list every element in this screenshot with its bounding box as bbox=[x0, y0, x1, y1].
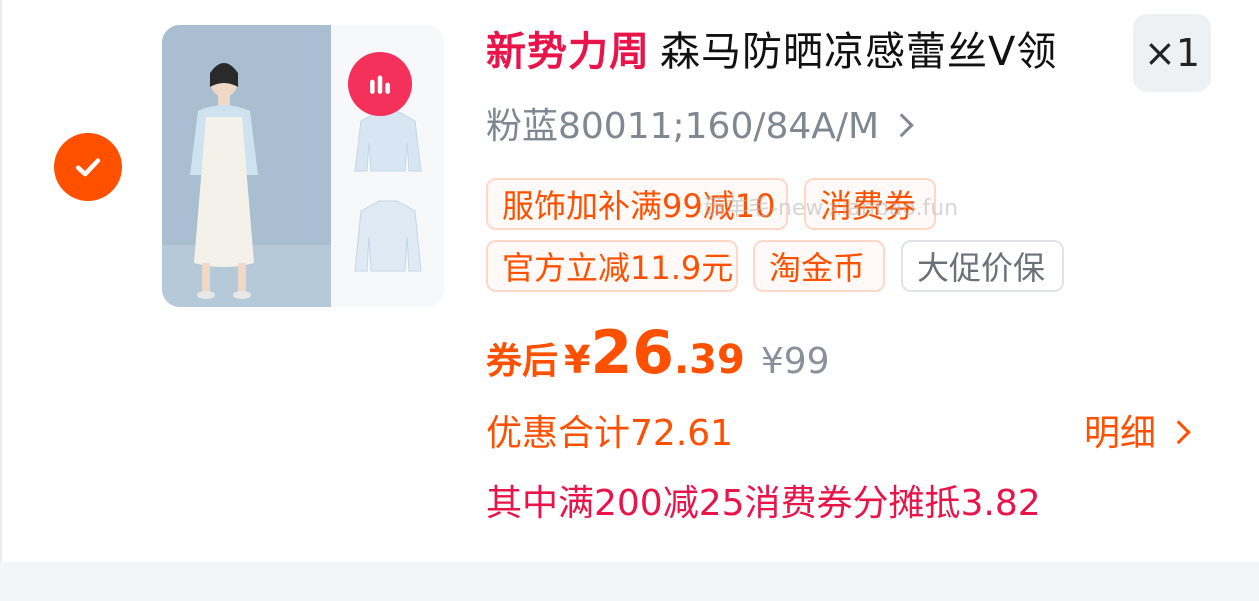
coupon-share-text: 其中满200减25消费券分摊抵3.82 bbox=[486, 483, 1041, 524]
bottom-separator bbox=[0, 562, 1259, 601]
chevron-right-icon bbox=[889, 113, 914, 138]
product-title[interactable]: 新势力周 森马防晒凉感蕾丝V领 bbox=[486, 26, 1057, 78]
cart-item-card: 新势力周 森马防晒凉感蕾丝V领 ×1 粉蓝80011;160/84A/M 服饰加补… bbox=[0, 0, 1259, 562]
original-price: ¥99 bbox=[760, 341, 830, 382]
app-badge-icon bbox=[370, 75, 390, 94]
price-protect-chip[interactable]: 大促价保 bbox=[901, 240, 1064, 292]
sku-selector[interactable]: 粉蓝80011;160/84A/M bbox=[486, 104, 914, 150]
watermark: 薅羊毛-new.xianbao.fun bbox=[704, 196, 959, 221]
promo-chip[interactable]: 淘金币 bbox=[753, 240, 885, 292]
product-name: 森马防晒凉感蕾丝V领 bbox=[660, 29, 1058, 75]
price-row: 券后 ¥26.39 ¥99 bbox=[486, 318, 830, 388]
model-photo bbox=[162, 25, 331, 307]
price-after-coupon-label: 券后 bbox=[486, 341, 559, 382]
chevron-right-icon bbox=[1166, 420, 1191, 445]
currency-symbol: ¥ bbox=[564, 338, 591, 382]
app-badge bbox=[348, 52, 412, 116]
model-figure-icon bbox=[162, 25, 331, 307]
detail-button[interactable]: 明细 bbox=[1084, 404, 1191, 456]
quantity-button[interactable]: ×1 bbox=[1133, 14, 1211, 92]
left-divider bbox=[0, 0, 2, 562]
detail-label: 明细 bbox=[1084, 413, 1157, 454]
price-integer: 26 bbox=[590, 318, 674, 388]
promo-tag: 新势力周 bbox=[486, 29, 650, 75]
discount-total: 优惠合计72.61 bbox=[486, 413, 734, 454]
sku-text: 粉蓝80011;160/84A/M bbox=[486, 106, 880, 147]
promo-chip[interactable]: 官方立减11.9元 bbox=[486, 240, 738, 292]
select-checkbox[interactable] bbox=[54, 133, 122, 201]
price-decimal: .39 bbox=[673, 337, 745, 383]
check-icon bbox=[75, 158, 101, 177]
